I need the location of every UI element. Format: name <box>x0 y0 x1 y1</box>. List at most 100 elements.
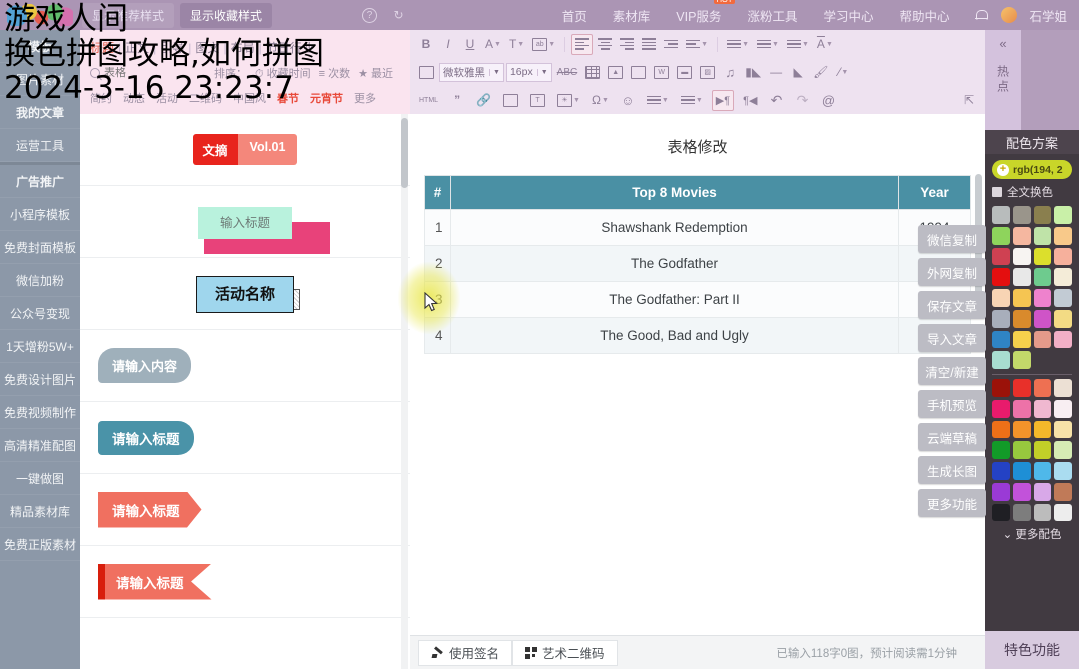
color-swatch-20[interactable] <box>992 309 1010 328</box>
tag-activity[interactable]: 活动 <box>156 90 178 106</box>
letter-spacing-button[interactable]: ▼ <box>784 34 812 55</box>
color-swatch-25[interactable] <box>1012 503 1031 522</box>
eraser-button[interactable]: ◣ <box>788 62 808 83</box>
bell-icon[interactable] <box>975 9 989 22</box>
color-swatch-6[interactable] <box>1033 399 1052 418</box>
more-colors-button[interactable]: ⌄ 更多配色 <box>992 521 1072 546</box>
list-item[interactable]: 请输入标题 <box>80 402 410 474</box>
sort-by-recent[interactable]: ★ 最近 <box>358 65 393 81</box>
color-swatch-27[interactable] <box>1054 330 1072 349</box>
refresh-icon[interactable]: ↻ <box>391 8 406 23</box>
special-features-button[interactable]: 特色功能 <box>985 631 1079 669</box>
color-swatch-24[interactable] <box>992 330 1010 349</box>
color-swatch-2[interactable] <box>1033 379 1052 397</box>
screenshot-button[interactable] <box>628 62 649 83</box>
nav-learning-center[interactable]: 学习中心 <box>823 6 873 25</box>
tab-recommended-styles[interactable]: 显示推荐样式 <box>82 2 175 28</box>
format-painter-button[interactable]: ⁄ ▼ <box>833 62 853 83</box>
tag-simple[interactable]: 简约 <box>90 90 112 106</box>
color-swatch-9[interactable] <box>1012 247 1031 266</box>
sidebar-item-free-design[interactable]: 免费设计图片 <box>0 363 80 396</box>
color-swatch-8[interactable] <box>992 247 1010 266</box>
sidebar-item-miniprogram-template[interactable]: 小程序模板 <box>0 198 80 231</box>
color-swatch-26[interactable] <box>1033 503 1052 522</box>
color-swatch-3[interactable] <box>1054 379 1072 397</box>
word-import-button[interactable]: W <box>651 62 672 83</box>
sidebar-item-monetization[interactable]: 公众号变现 <box>0 297 80 330</box>
color-swatch-13[interactable] <box>1012 268 1031 286</box>
font-family-select[interactable]: 微软雅黑 ▼ <box>439 62 504 82</box>
list-item[interactable]: 文摘 Vol.01 <box>80 114 410 186</box>
color-swatch-12[interactable] <box>992 441 1010 459</box>
color-swatch-4[interactable] <box>992 399 1010 418</box>
gallery-button[interactable]: ▬ <box>674 62 695 83</box>
html-source-button[interactable]: HTML <box>416 90 441 111</box>
nav-help-center[interactable]: 帮助中心 <box>899 6 949 25</box>
color-swatch-9[interactable] <box>1012 420 1031 439</box>
more-functions-button[interactable]: 更多功能 <box>918 489 986 517</box>
color-swatch-0[interactable] <box>992 206 1010 224</box>
color-swatch-29[interactable] <box>1012 351 1031 369</box>
template-mint-title[interactable]: 输入标题 <box>197 206 330 254</box>
redo-button[interactable]: ↷ <box>793 90 813 111</box>
color-swatch-23[interactable] <box>1054 309 1072 328</box>
color-swatch-18[interactable] <box>1033 289 1052 307</box>
text-color-button[interactable]: A ▼ <box>482 34 504 55</box>
color-swatch-4[interactable] <box>992 226 1010 245</box>
color-swatch-6[interactable] <box>1033 226 1052 245</box>
sidebar-item-free-video[interactable]: 免费视频制作 <box>0 396 80 429</box>
color-swatch-14[interactable] <box>1033 441 1052 459</box>
tab-hot-topics[interactable]: 热点 <box>995 65 1012 95</box>
ordered-list-button[interactable]: ▼ <box>644 90 672 111</box>
color-swatch-18[interactable] <box>1033 462 1052 480</box>
sidebar-item-image-material[interactable]: 图片素材 <box>0 63 80 96</box>
template-scroll-track[interactable] <box>401 114 408 669</box>
external-copy-button[interactable]: 外网复制 <box>918 258 986 286</box>
indent-decrease-button[interactable]: ▼ <box>683 34 711 55</box>
clear-format-button[interactable]: A ▼ <box>814 34 836 55</box>
color-swatch-12[interactable] <box>992 268 1010 286</box>
replace-all-checkbox[interactable]: 全文换色 <box>992 184 1072 200</box>
list-item[interactable]: 活动名称 <box>80 258 410 330</box>
template-arrow-banner[interactable]: 请输入标题 <box>98 563 212 600</box>
style-cat-festival[interactable]: 节日行业 <box>266 39 314 56</box>
color-swatch-21[interactable] <box>1012 309 1031 328</box>
current-color-button[interactable]: + rgb(194, 2 <box>992 160 1072 179</box>
app-logo[interactable] <box>0 0 80 30</box>
color-swatch-16[interactable] <box>992 289 1010 307</box>
list-item[interactable]: 输入标题 <box>80 186 410 258</box>
color-swatch-8[interactable] <box>992 420 1010 439</box>
use-signature-button[interactable]: 使用签名 <box>418 639 513 666</box>
sidebar-item-free-licensed[interactable]: 免费正版素材 <box>0 528 80 561</box>
color-swatch-5[interactable] <box>1012 399 1031 418</box>
import-article-button[interactable]: 导入文章 <box>918 324 986 352</box>
nav-material-library[interactable]: 素材库 <box>613 6 651 25</box>
color-swatch-20[interactable] <box>992 482 1010 501</box>
quote-button[interactable]: ” <box>447 90 467 111</box>
color-swatch-19[interactable] <box>1054 462 1072 480</box>
sort-by-count[interactable]: ≡ 次数 <box>319 65 350 81</box>
color-swatch-24[interactable] <box>992 503 1010 522</box>
template-wenzhai[interactable]: 文摘 Vol.01 <box>192 134 298 165</box>
tag-spring-festival[interactable]: 春节 <box>277 90 299 106</box>
sidebar-item-template[interactable]: 模板 <box>0 30 80 63</box>
avatar[interactable] <box>1001 7 1018 23</box>
style-cat-title[interactable]: 标题 <box>90 39 114 56</box>
font-size-select[interactable]: 16px ▼ <box>505 62 552 82</box>
color-swatch-1[interactable] <box>1012 379 1031 397</box>
line-height-button[interactable]: ▼ <box>724 34 752 55</box>
align-left-button[interactable] <box>571 33 594 55</box>
link-button[interactable]: 🔗 <box>473 90 494 111</box>
clear-new-button[interactable]: 清空/新建 <box>918 357 986 385</box>
document-canvas[interactable]: 表格修改 # Top 8 Movies Year 1 Shawshank Red… <box>410 114 985 635</box>
color-swatch-21[interactable] <box>1012 482 1031 501</box>
clean-brush-button[interactable]: 🖌 <box>810 62 831 83</box>
special-char-button[interactable]: Ω ▼ <box>589 90 612 111</box>
bold-button[interactable]: B <box>416 34 436 55</box>
tag-more[interactable]: 更多 <box>354 90 376 106</box>
sort-by-favorite-time[interactable]: ⏱ 收藏时间 <box>255 65 311 81</box>
nav-username[interactable]: 石学姐 <box>1029 6 1067 25</box>
color-swatch-15[interactable] <box>1054 441 1072 459</box>
color-swatch-10[interactable] <box>1033 247 1052 266</box>
tag-chinese-style[interactable]: 中国风 <box>233 90 266 106</box>
